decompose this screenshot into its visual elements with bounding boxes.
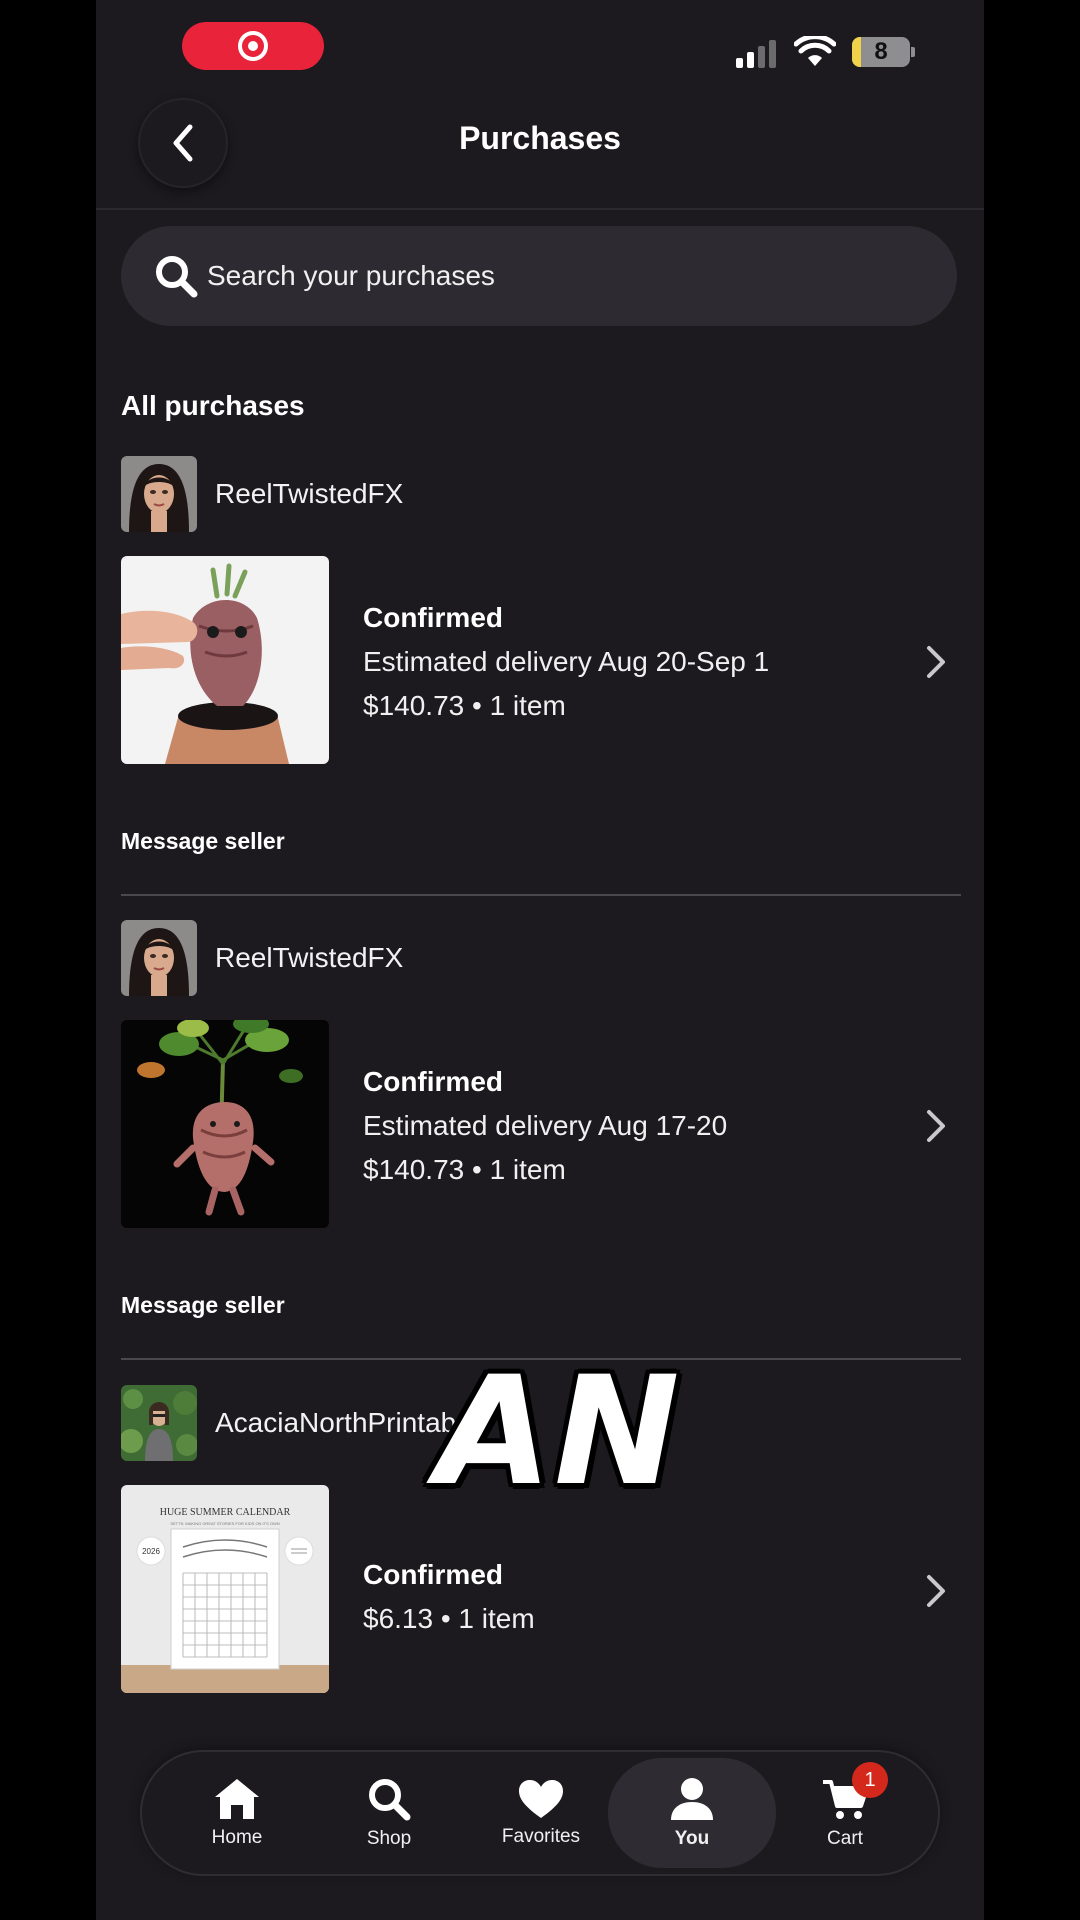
- order-status: Confirmed: [363, 1066, 503, 1097]
- chevron-right-icon[interactable]: [921, 1108, 951, 1144]
- header-divider: [96, 208, 984, 210]
- nav-item-favorites[interactable]: Favorites: [466, 1752, 616, 1874]
- price-and-items: $6.13 • 1 item: [363, 1603, 535, 1634]
- battery-icon: 8: [852, 37, 910, 67]
- overlay-caption: AN: [436, 1345, 682, 1519]
- calendar-subtitle: SETTS: MAKING GREAT STORIES FOR KIDS ON …: [170, 1521, 279, 1526]
- search-icon: [156, 256, 198, 298]
- nav-label: Favorites: [501, 1826, 581, 1847]
- product-thumbnail[interactable]: [121, 1020, 329, 1228]
- seller-name: ReelTwistedFX: [215, 942, 404, 973]
- message-seller-button[interactable]: Message seller: [121, 828, 285, 855]
- delivery-estimate: Estimated delivery Aug 17-20: [363, 1110, 728, 1141]
- bottom-nav: Home Shop Favorites You Cart 1: [140, 1750, 940, 1876]
- search-input[interactable]: [207, 260, 807, 292]
- section-title: All purchases: [121, 390, 305, 421]
- person-icon: [671, 1778, 713, 1820]
- product-thumbnail[interactable]: HUGE SUMMER CALENDAR SETTS: MAKING GREAT…: [121, 1485, 329, 1693]
- search-icon: [369, 1779, 411, 1821]
- seller-name: ReelTwistedFX: [215, 478, 404, 509]
- calendar-title: HUGE SUMMER CALENDAR: [160, 1507, 291, 1518]
- wifi-icon: [794, 36, 836, 66]
- battery-level: 8: [874, 38, 888, 65]
- seller-row[interactable]: ReelTwistedFX: [121, 456, 403, 532]
- heart-icon: [519, 1780, 563, 1818]
- seller-avatar: [121, 1385, 197, 1461]
- delivery-estimate: Estimated delivery Aug 20-Sep 1: [363, 646, 770, 677]
- search-bar[interactable]: [121, 226, 957, 326]
- app-screen: 8 Purchases All purchases: [96, 0, 984, 1920]
- chevron-right-icon[interactable]: [921, 644, 951, 680]
- battery-cap: [911, 47, 915, 57]
- seller-row[interactable]: ReelTwistedFX: [121, 920, 403, 996]
- nav-label: Shop: [366, 1828, 412, 1849]
- nav-item-cart[interactable]: Cart 1: [770, 1752, 920, 1874]
- order-info: Confirmed Estimated delivery Aug 17-20 $…: [363, 1060, 727, 1192]
- order-status: Confirmed: [363, 1559, 503, 1590]
- chevron-right-icon[interactable]: [921, 1573, 951, 1609]
- screen-recording-indicator[interactable]: [182, 22, 324, 70]
- product-thumbnail[interactable]: [121, 556, 329, 764]
- nav-item-home[interactable]: Home: [162, 1752, 312, 1874]
- order-info: Confirmed Estimated delivery Aug 20-Sep …: [363, 596, 769, 728]
- price-and-items: $140.73 • 1 item: [363, 1154, 566, 1185]
- nav-label: You: [674, 1828, 710, 1849]
- seller-avatar: [121, 456, 197, 532]
- order-status: Confirmed: [363, 602, 503, 633]
- cellular-signal-icon: [736, 40, 776, 68]
- order-info: Confirmed $6.13 • 1 item: [363, 1553, 535, 1641]
- nav-item-you[interactable]: You: [608, 1758, 776, 1868]
- calendar-year: 2026: [142, 1547, 160, 1556]
- cart-count-badge: 1: [852, 1762, 888, 1798]
- nav-label: Cart: [827, 1828, 863, 1849]
- home-icon: [215, 1779, 259, 1819]
- message-seller-button[interactable]: Message seller: [121, 1292, 285, 1319]
- divider: [121, 894, 961, 896]
- nav-label: Home: [211, 1827, 263, 1848]
- price-and-items: $140.73 • 1 item: [363, 690, 566, 721]
- record-icon: [238, 31, 268, 61]
- nav-item-shop[interactable]: Shop: [314, 1752, 464, 1874]
- seller-name: AcaciaNorthPrintab: [215, 1407, 457, 1438]
- seller-avatar: [121, 920, 197, 996]
- seller-row[interactable]: AcaciaNorthPrintab: [121, 1385, 456, 1461]
- page-title: Purchases: [459, 120, 621, 156]
